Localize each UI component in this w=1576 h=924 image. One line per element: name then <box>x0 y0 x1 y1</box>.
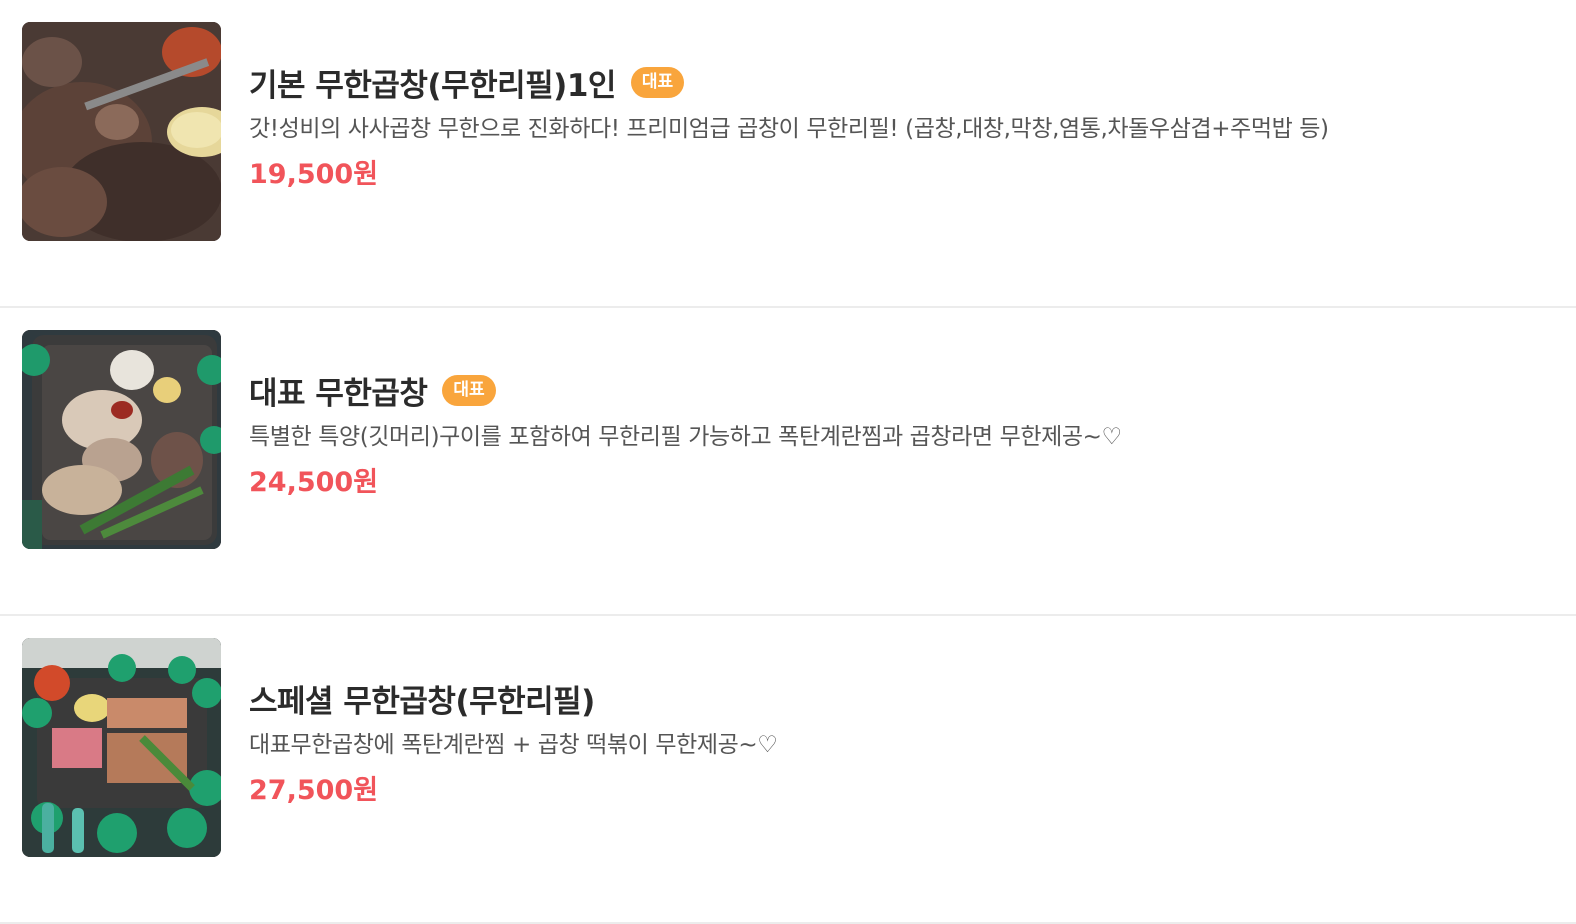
menu-item-title: 스페셜 무한곱창(무한리필) <box>249 683 595 720</box>
menu-item-info: 스페셜 무한곱창(무한리필) 대표무한곱창에 폭탄계란찜 + 곱창 떡볶이 무한… <box>249 676 1536 807</box>
menu-item-title-row: 기본 무한곱창(무한리필)1인 대표 <box>249 60 1536 104</box>
menu-item-price: 24,500원 <box>249 467 379 498</box>
menu-item-price: 27,500원 <box>249 775 379 806</box>
menu-item[interactable]: 스페셜 무한곱창(무한리필) 대표무한곱창에 폭탄계란찜 + 곱창 떡볶이 무한… <box>0 616 1576 924</box>
menu-item-price: 19,500원 <box>249 159 379 190</box>
menu-item-title-row: 스페셜 무한곱창(무한리필) <box>249 676 1536 720</box>
menu-item[interactable]: 대표 무한곱창 대표 특별한 특양(깃머리)구이를 포함하여 무한리필 가능하고… <box>0 308 1576 616</box>
menu-item-photo[interactable] <box>22 22 221 241</box>
menu-list: 기본 무한곱창(무한리필)1인 대표 갓!성비의 사사곱창 무한으로 진화하다!… <box>0 0 1576 924</box>
menu-item-title: 기본 무한곱창(무한리필)1인 <box>249 67 616 104</box>
menu-item-photo[interactable] <box>22 330 221 549</box>
menu-item-description: 갓!성비의 사사곱창 무한으로 진화하다! 프리미엄급 곱창이 무한리필! (곱… <box>249 116 1329 142</box>
representative-badge: 대표 <box>630 66 685 98</box>
menu-item-description: 특별한 특양(깃머리)구이를 포함하여 무한리필 가능하고 폭탄계란찜과 곱창라… <box>249 424 1122 450</box>
menu-item-title-row: 대표 무한곱창 대표 <box>249 368 1536 412</box>
menu-item-photo[interactable] <box>22 638 221 857</box>
menu-item-title: 대표 무한곱창 <box>249 375 428 412</box>
menu-item-info: 대표 무한곱창 대표 특별한 특양(깃머리)구이를 포함하여 무한리필 가능하고… <box>249 368 1536 499</box>
menu-item[interactable]: 기본 무한곱창(무한리필)1인 대표 갓!성비의 사사곱창 무한으로 진화하다!… <box>0 0 1576 308</box>
menu-item-description: 대표무한곱창에 폭탄계란찜 + 곱창 떡볶이 무한제공~♡ <box>249 732 778 758</box>
representative-badge: 대표 <box>442 374 496 406</box>
menu-item-info: 기본 무한곱창(무한리필)1인 대표 갓!성비의 사사곱창 무한으로 진화하다!… <box>249 60 1536 191</box>
